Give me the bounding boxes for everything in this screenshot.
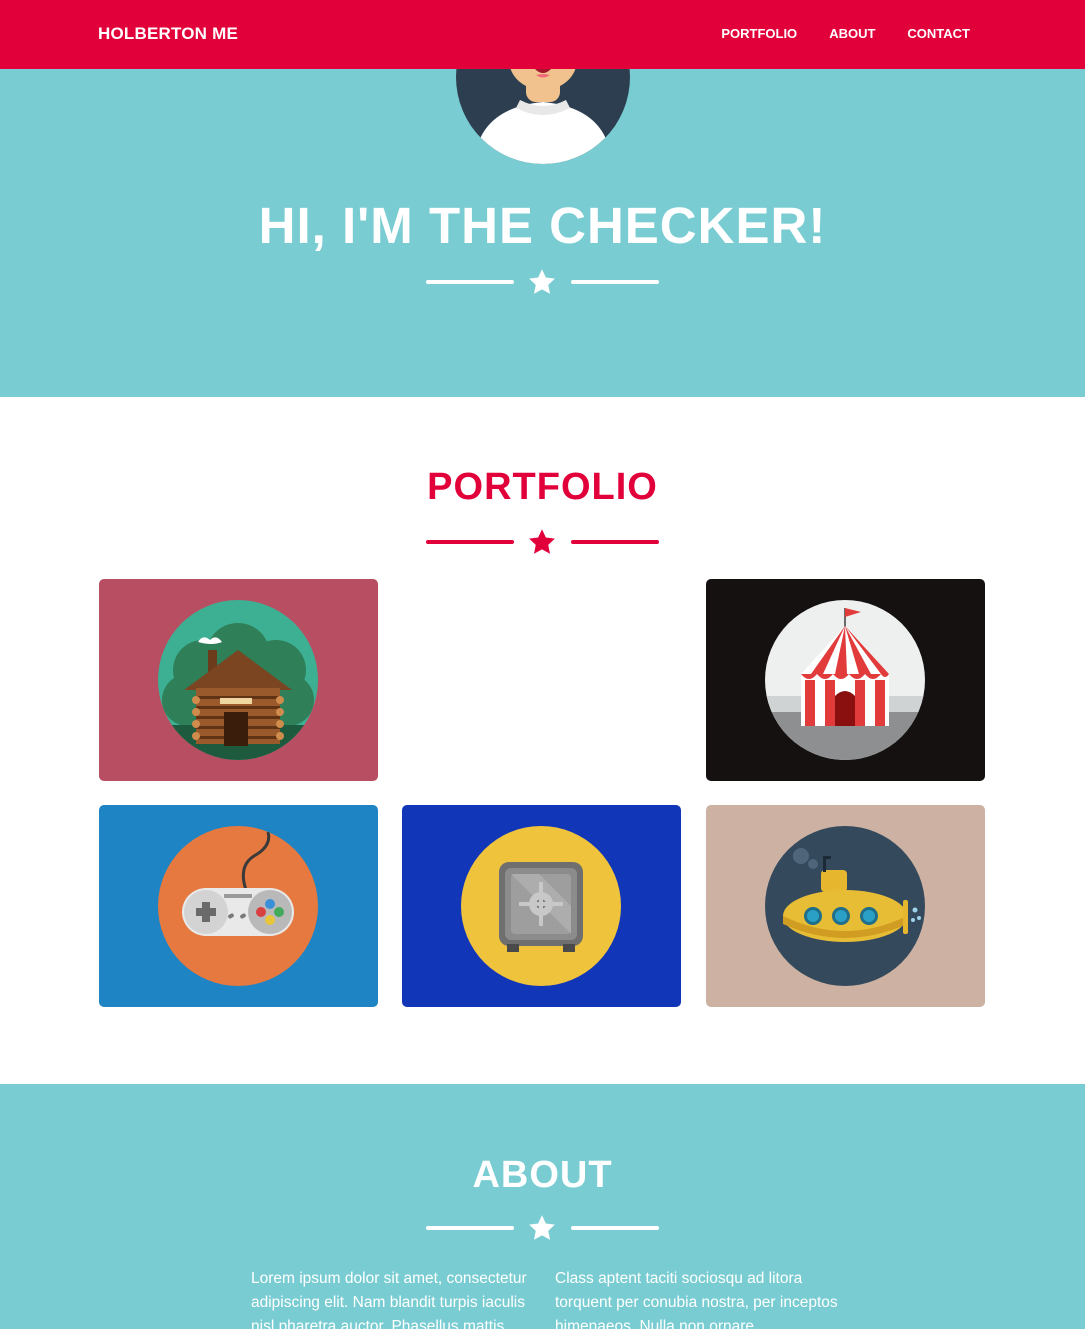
star-icon: [529, 269, 555, 294]
cabin-icon: [158, 600, 318, 760]
about-text-left: Lorem ipsum dolor sit amet, consectetur …: [251, 1270, 527, 1335]
nav-link-contact[interactable]: CONTACT: [907, 26, 970, 41]
portfolio-divider: [426, 527, 659, 557]
safe-icon: [461, 826, 621, 986]
portfolio-item-circus-tent[interactable]: [706, 579, 985, 781]
divider-line: [571, 1226, 659, 1230]
about-title: ABOUT: [472, 1154, 613, 1196]
about-divider: [426, 1213, 659, 1243]
star-icon: [529, 1215, 555, 1240]
nav-link-portfolio[interactable]: PORTFOLIO: [721, 26, 797, 41]
divider-line: [426, 280, 514, 284]
divider-line: [571, 540, 659, 544]
about-text-right: Class aptent taciti sociosqu ad litora t…: [555, 1270, 838, 1335]
submarine-icon: [765, 826, 925, 986]
hero-divider: [426, 267, 659, 297]
divider-line: [571, 280, 659, 284]
divider-line: [426, 1226, 514, 1230]
brand-logo[interactable]: HOLBERTON ME: [98, 24, 238, 44]
portfolio-item-submarine[interactable]: [706, 805, 985, 1007]
nav-link-about[interactable]: ABOUT: [829, 26, 875, 41]
game-controller-icon: [158, 826, 318, 986]
nav-links: PORTFOLIO ABOUT CONTACT: [721, 26, 970, 41]
portfolio-item-safe[interactable]: [402, 805, 681, 1007]
divider-line: [426, 540, 514, 544]
portfolio-item-cabin[interactable]: [99, 579, 378, 781]
hero-title: HI, I'M THE CHECKER!: [258, 197, 827, 254]
star-icon: [529, 529, 555, 554]
about-section: ABOUT Lorem ipsum dolor sit amet, consec…: [0, 1084, 1085, 1335]
portfolio-title: PORTFOLIO: [427, 466, 658, 508]
navbar: HOLBERTON ME PORTFOLIO ABOUT CONTACT: [0, 0, 1085, 69]
circus-tent-icon: [765, 600, 925, 760]
portfolio-item-game-controller[interactable]: [99, 805, 378, 1007]
